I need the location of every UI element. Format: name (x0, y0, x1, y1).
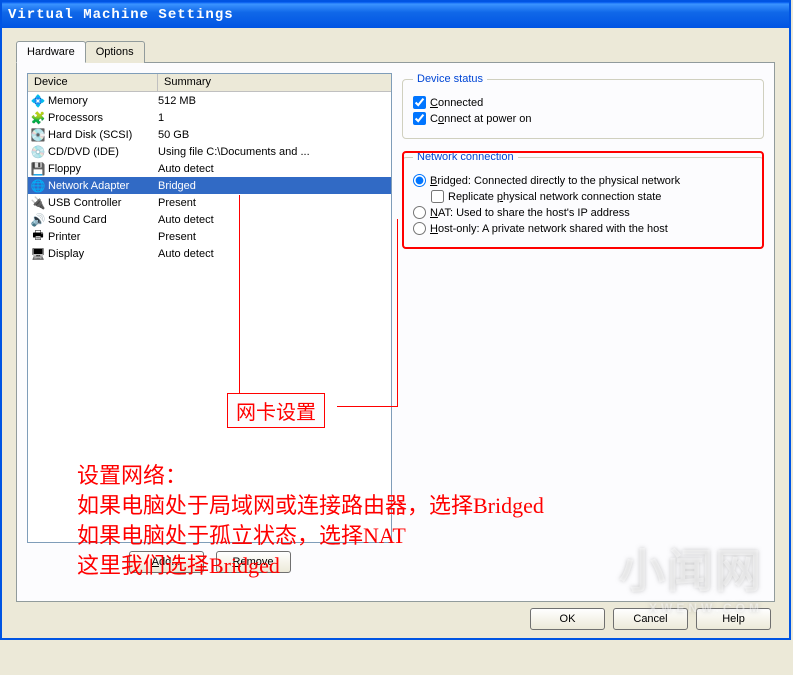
annotation-line-2b (397, 219, 398, 407)
table-row[interactable]: 🔊Sound CardAuto detect (28, 211, 391, 228)
device-summary: Present (158, 197, 389, 209)
connected-checkbox-row[interactable]: Connected (413, 96, 753, 109)
bridged-radio-row[interactable]: Bridged: Connected directly to the physi… (413, 174, 753, 187)
device-icon: 🖶 (30, 229, 46, 245)
device-name: Processors (48, 112, 158, 124)
device-icon: 💾 (30, 161, 46, 177)
device-name: Printer (48, 231, 158, 243)
table-row[interactable]: 🧩Processors1 (28, 109, 391, 126)
device-summary: Bridged (158, 180, 389, 192)
replicate-label: Replicate physical network connection st… (448, 191, 661, 203)
device-name: Floppy (48, 163, 158, 175)
col-header-summary[interactable]: Summary (158, 74, 391, 91)
device-summary: Present (158, 231, 389, 243)
device-icon: 💿 (30, 144, 46, 160)
annotation-label-box: 网卡设置 (227, 393, 325, 428)
device-summary: 512 MB (158, 95, 389, 107)
client-area: Hardware Options Device Summary 💠Memory5… (2, 28, 789, 638)
device-name: USB Controller (48, 197, 158, 209)
cancel-button[interactable]: Cancel (613, 608, 688, 630)
device-icon: 🧩 (30, 110, 46, 126)
connect-poweron-checkbox-row[interactable]: Connect at power on (413, 112, 753, 125)
list-header: Device Summary (28, 74, 391, 92)
device-icon: 🔌 (30, 195, 46, 211)
titlebar: Virtual Machine Settings (2, 2, 789, 28)
annotation-line-2a (337, 406, 397, 407)
device-icon: 💽 (30, 127, 46, 143)
nat-radio[interactable] (413, 206, 426, 219)
connect-poweron-label: Connect at power on (430, 113, 532, 125)
replicate-checkbox[interactable] (431, 190, 444, 203)
device-summary: Auto detect (158, 248, 389, 260)
connected-checkbox[interactable] (413, 96, 426, 109)
bridged-label: Bridged: Connected directly to the physi… (430, 175, 680, 187)
nat-radio-row[interactable]: NAT: Used to share the host's IP address (413, 206, 753, 219)
device-name: Network Adapter (48, 180, 158, 192)
replicate-checkbox-row[interactable]: Replicate physical network connection st… (431, 190, 753, 203)
device-summary: 1 (158, 112, 389, 124)
annotation-body: 设置网络：如果电脑处于局域网或连接路由器，选择Bridged如果电脑处于孤立状态… (77, 461, 544, 581)
hostonly-radio[interactable] (413, 222, 426, 235)
device-icon: 🖥 (30, 246, 46, 262)
device-icon: 🌐 (30, 178, 46, 194)
annotation-line-1 (239, 195, 240, 393)
annotation-dot (239, 195, 240, 196)
nat-label: NAT: Used to share the host's IP address (430, 207, 630, 219)
hostonly-label: Host-only: A private network shared with… (430, 223, 668, 235)
device-status-legend: Device status (413, 73, 487, 85)
device-name: CD/DVD (IDE) (48, 146, 158, 158)
settings-window: Virtual Machine Settings Hardware Option… (0, 0, 791, 640)
col-header-device[interactable]: Device (28, 74, 158, 91)
connect-poweron-checkbox[interactable] (413, 112, 426, 125)
table-row[interactable]: 💾FloppyAuto detect (28, 160, 391, 177)
dialog-buttons: OK Cancel Help (530, 608, 771, 630)
device-icon: 💠 (30, 93, 46, 109)
help-button[interactable]: Help (696, 608, 771, 630)
tab-strip: Hardware Options (16, 41, 775, 63)
network-connection-group: Network connection Bridged: Connected di… (402, 151, 764, 249)
device-summary: Auto detect (158, 163, 389, 175)
device-name: Display (48, 248, 158, 260)
table-row[interactable]: 💿CD/DVD (IDE)Using file C:\Documents and… (28, 143, 391, 160)
hostonly-radio-row[interactable]: Host-only: A private network shared with… (413, 222, 753, 235)
connected-label: Connected (430, 97, 483, 109)
device-summary: Using file C:\Documents and ... (158, 146, 389, 158)
tab-hardware[interactable]: Hardware (16, 41, 86, 63)
device-summary: 50 GB (158, 129, 389, 141)
table-row[interactable]: 🖥DisplayAuto detect (28, 245, 391, 262)
table-row[interactable]: 💠Memory512 MB (28, 92, 391, 109)
device-name: Hard Disk (SCSI) (48, 129, 158, 141)
hardware-panel: Device Summary 💠Memory512 MB🧩Processors1… (16, 62, 775, 602)
window-title: Virtual Machine Settings (8, 7, 234, 23)
table-row[interactable]: 🔌USB ControllerPresent (28, 194, 391, 211)
device-summary: Auto detect (158, 214, 389, 226)
ok-button[interactable]: OK (530, 608, 605, 630)
tab-options[interactable]: Options (85, 41, 145, 63)
network-connection-legend: Network connection (413, 151, 518, 163)
table-row[interactable]: 💽Hard Disk (SCSI)50 GB (28, 126, 391, 143)
table-row[interactable]: 🌐Network AdapterBridged (28, 177, 391, 194)
device-name: Sound Card (48, 214, 158, 226)
device-name: Memory (48, 95, 158, 107)
table-row[interactable]: 🖶PrinterPresent (28, 228, 391, 245)
bridged-radio[interactable] (413, 174, 426, 187)
device-status-group: Device status Connected Connect at power… (402, 73, 764, 139)
